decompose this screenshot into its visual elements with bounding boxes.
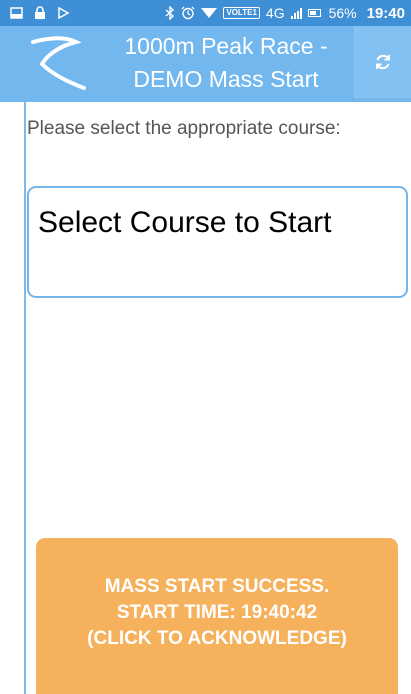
network-type: 4G — [265, 5, 285, 21]
signal-icon — [290, 7, 302, 19]
course-select-button[interactable]: Select Course to Start — [27, 186, 408, 298]
refresh-button[interactable] — [354, 26, 411, 98]
acknowledge-button[interactable]: MASS START SUCCESS. START TIME: 19:40:42… — [36, 538, 398, 694]
app-logo-icon[interactable] — [30, 34, 90, 94]
ack-line-1: MASS START SUCCESS. — [104, 576, 330, 597]
status-time: 19:40 — [366, 4, 405, 22]
ack-line-2: START TIME: 19:40:42 — [116, 602, 318, 623]
refresh-icon — [376, 54, 390, 70]
alarm-icon — [181, 6, 195, 20]
course-select-label: Select Course to Start — [38, 206, 332, 239]
ack-line-3: (CLICK TO ACKNOWLEDGE) — [87, 628, 347, 649]
page-title: 1000m Peak Race - DEMO Mass Start — [96, 30, 356, 96]
status-right-icons: VOLTE1 4G 56% 19:40 — [165, 5, 405, 22]
status-bar: VOLTE1 4G 56% 19:40 — [0, 0, 411, 26]
wifi-icon — [201, 8, 218, 18]
course-prompt: Please select the appropriate course: — [27, 118, 341, 139]
battery-percent: 56% — [328, 5, 357, 21]
play-icon — [58, 7, 70, 19]
app-bar: 1000m Peak Race - DEMO Mass Start — [0, 26, 411, 102]
status-left-icons — [10, 6, 70, 20]
bluetooth-icon — [165, 6, 175, 20]
lock-icon — [35, 6, 45, 19]
volte-badge: VOLTE1 — [223, 7, 260, 19]
sim-icon — [10, 7, 23, 19]
title-line-1: 1000m Peak Race - — [124, 33, 328, 59]
battery-icon — [307, 9, 321, 17]
title-line-2: DEMO Mass Start — [133, 66, 319, 92]
